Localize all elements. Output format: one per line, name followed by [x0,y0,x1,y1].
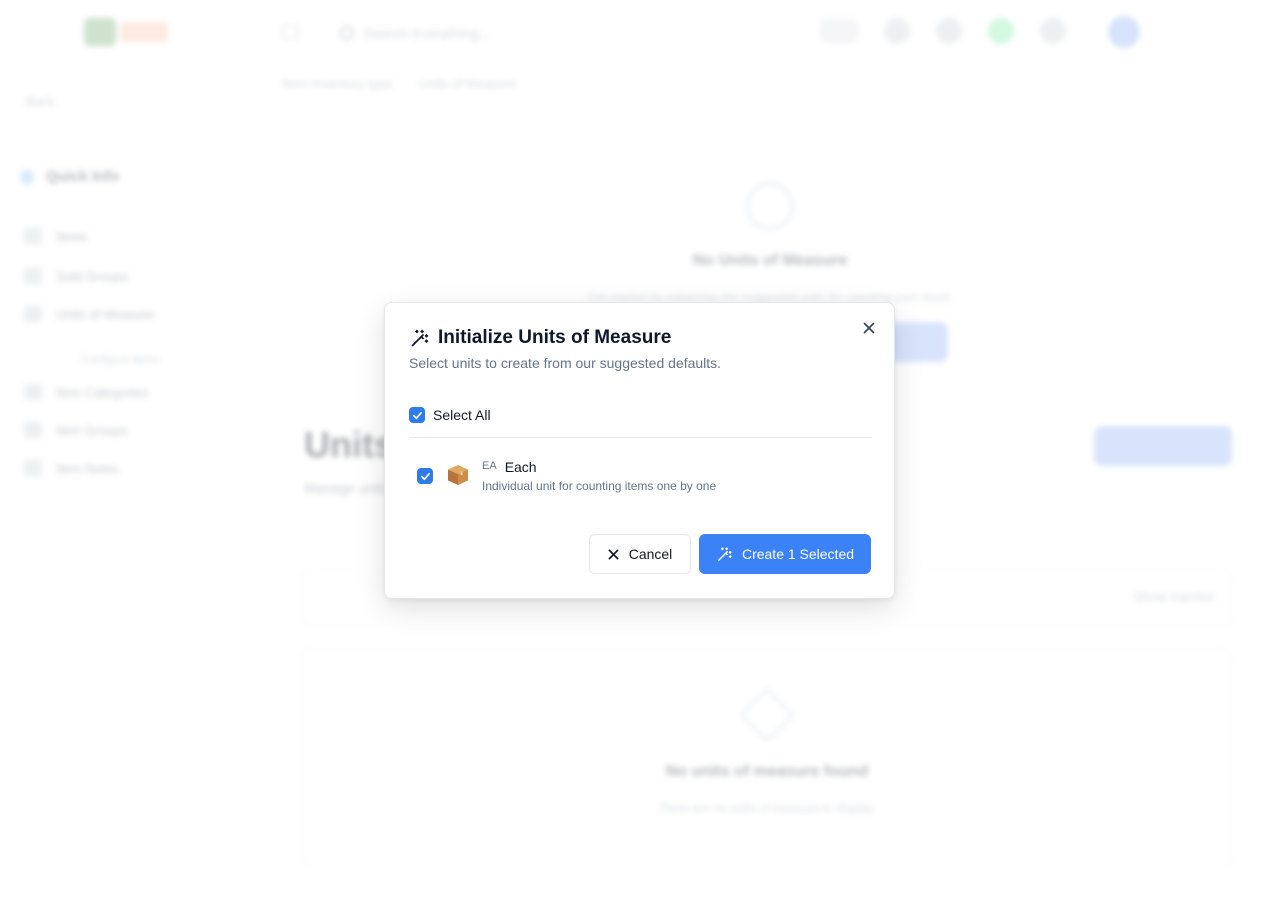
initialize-units-dialog: Initialize Units of Measure Select units… [384,302,895,599]
cancel-label: Cancel [628,546,673,562]
unit-description: Individual unit for counting items one b… [482,479,717,493]
select-all-checkbox[interactable]: Select All [409,407,491,423]
checkbox-checked[interactable] [409,407,425,423]
divider [409,437,872,438]
close-button[interactable] [858,317,880,339]
select-all-label: Select All [433,407,491,423]
magic-wand-icon [411,329,429,346]
dialog-title: Initialize Units of Measure [438,327,672,348]
unit-checkbox[interactable] [417,468,433,484]
unit-code: EA [482,460,497,472]
package-box-icon [448,465,468,485]
close-icon [608,549,619,559]
create-label: Create 1 Selected [741,546,855,562]
check-icon [412,411,422,419]
magic-wand-icon [718,546,732,561]
create-selected-button[interactable]: Create 1 Selected [699,534,871,574]
unit-name: Each [504,459,537,475]
unit-info: EA Each Individual unit for counting ite… [482,459,716,493]
unit-option-each[interactable]: EA Each Individual unit for counting ite… [417,459,716,493]
cancel-button[interactable]: Cancel [589,534,691,574]
dialog-description: Select units to create from our suggeste… [409,355,722,371]
dialog-actions: Cancel Create 1 Selected [589,534,871,574]
dialog-header: Initialize Units of Measure [409,327,671,349]
check-icon [420,472,430,480]
close-icon [863,322,875,334]
